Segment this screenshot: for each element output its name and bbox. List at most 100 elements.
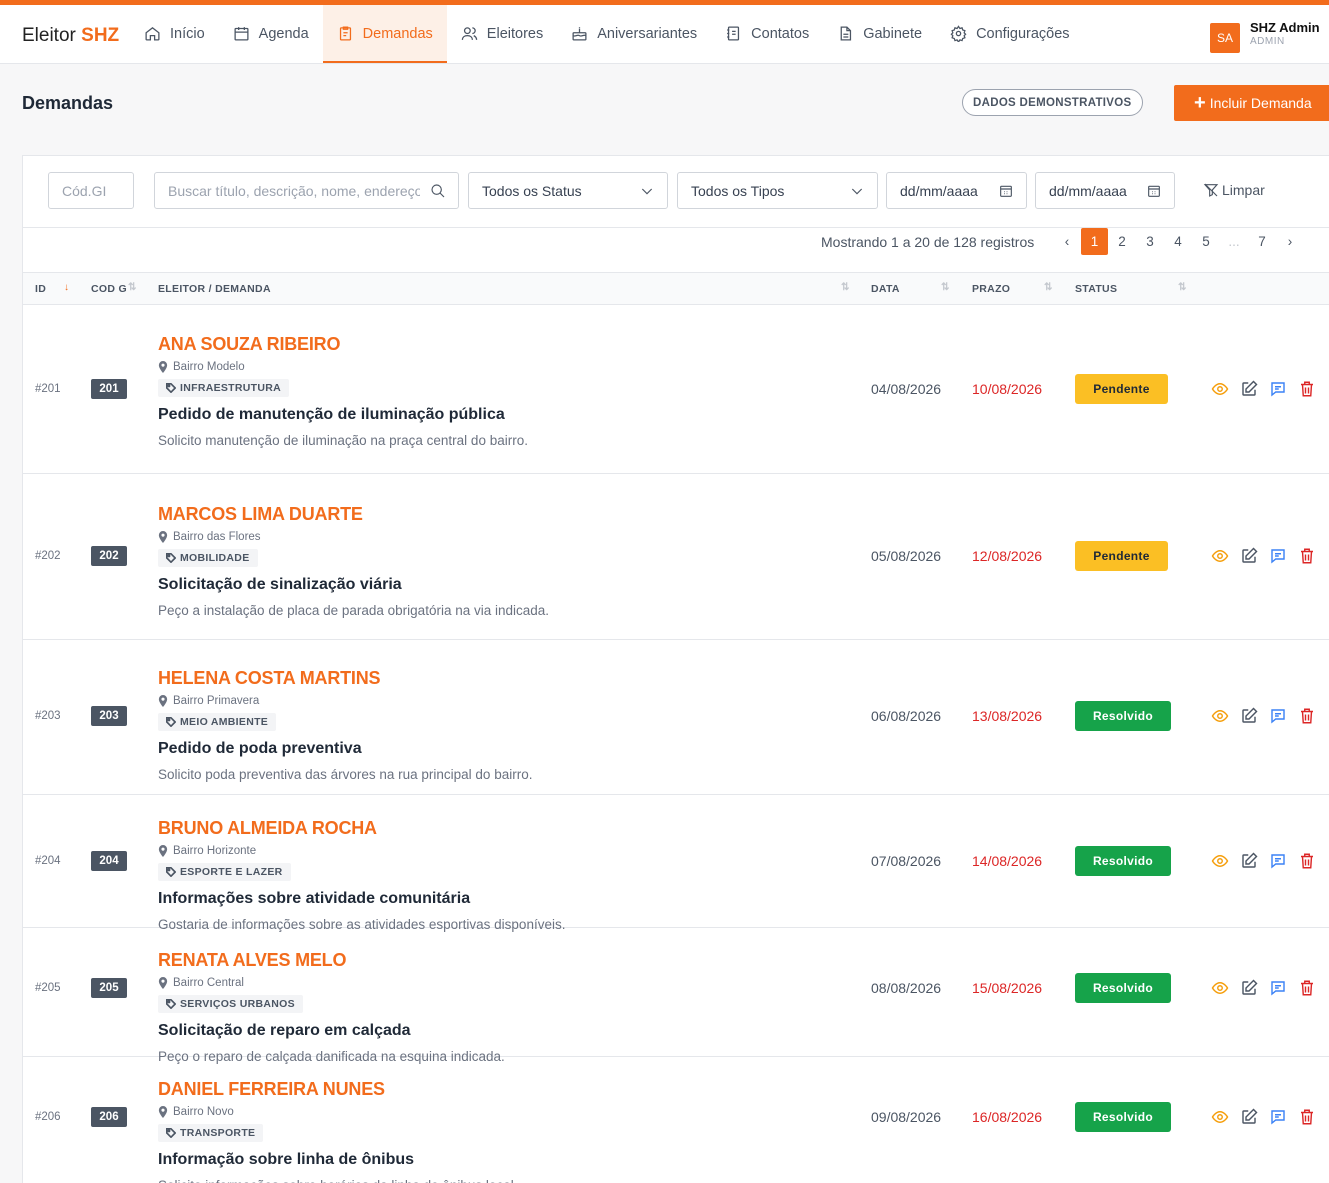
col-date[interactable]: DATA [871, 283, 900, 295]
view-icon[interactable] [1211, 547, 1229, 565]
prev-page-button[interactable]: ‹ [1053, 228, 1081, 255]
sort-icon[interactable]: ⇅ [841, 282, 850, 293]
next-page-button[interactable]: › [1276, 228, 1304, 255]
table-row[interactable]: #205 205 RENATA ALVES MELO Bairro Central SE… [23, 928, 1329, 1064]
view-icon[interactable] [1211, 707, 1229, 725]
nav-item-contatos[interactable]: Contatos [711, 5, 823, 62]
neighborhood: Bairro Modelo [158, 361, 528, 373]
contacts-icon [727, 26, 740, 41]
col-voter[interactable]: ELEITOR / DEMANDA [158, 283, 271, 295]
nav-item-inicio[interactable]: Início [130, 5, 219, 62]
comment-icon[interactable] [1269, 979, 1287, 997]
demo-data-badge: DADOS DEMONSTRATIVOS [962, 89, 1143, 116]
neighborhood-label: Bairro Modelo [173, 361, 245, 373]
nav-item-aniversariantes[interactable]: Aniversariantes [557, 5, 711, 62]
col-codg[interactable]: COD G [91, 283, 127, 295]
voter-name[interactable]: BRUNO ALMEIDA ROCHA [158, 818, 565, 839]
tag-icon [166, 383, 176, 393]
comment-icon[interactable] [1269, 380, 1287, 398]
calendar-icon [1148, 185, 1160, 197]
delete-icon[interactable] [1298, 547, 1316, 565]
sort-icon[interactable]: ⇅ [128, 282, 137, 293]
delete-icon[interactable] [1298, 852, 1316, 870]
tag-icon [166, 553, 176, 563]
nav-label: Agenda [258, 25, 309, 42]
view-icon[interactable] [1211, 979, 1229, 997]
col-deadline[interactable]: PRAZO [972, 283, 1010, 295]
voter-name[interactable]: RENATA ALVES MELO [158, 950, 505, 971]
voter-name[interactable]: DANIEL FERREIRA NUNES [158, 1079, 517, 1100]
status-select[interactable]: Todos os Status [468, 172, 668, 209]
page-ellipsis: ... [1228, 234, 1240, 249]
page-button-7[interactable]: 7 [1248, 228, 1276, 255]
view-icon[interactable] [1211, 1108, 1229, 1126]
user-menu[interactable]: SA SHZ Admin ADMIN [1210, 20, 1320, 53]
sort-icon[interactable]: ⇅ [1178, 282, 1187, 293]
voter-name[interactable]: MARCOS LIMA DUARTE [158, 504, 549, 525]
nav-item-eleitores[interactable]: Eleitores [447, 5, 557, 62]
tag-icon [166, 717, 176, 727]
sort-icon[interactable]: ⇅ [941, 282, 950, 293]
col-id[interactable]: ID [35, 283, 46, 295]
nav-item-gabinete[interactable]: Gabinete [823, 5, 936, 62]
table-row[interactable]: #201 201 ANA SOUZA RIBEIRO Bairro Modelo INF… [23, 306, 1329, 474]
clear-filters-button[interactable]: Limpar [1203, 182, 1265, 198]
comment-icon[interactable] [1269, 547, 1287, 565]
page-button-2[interactable]: 2 [1108, 228, 1136, 255]
page-button-1[interactable]: 1 [1081, 228, 1108, 255]
date-to-input[interactable]: dd/mm/aaaa [1035, 172, 1175, 209]
edit-icon[interactable] [1240, 1108, 1258, 1126]
date-from-input[interactable]: dd/mm/aaaa [886, 172, 1027, 209]
table-row[interactable]: #204 204 BRUNO ALMEIDA ROCHA Bairro Horizon… [23, 795, 1329, 932]
nav-item-configuracoes[interactable]: Configurações [936, 5, 1084, 62]
nav-item-demandas[interactable]: Demandas [322, 5, 447, 63]
brand-logo[interactable]: Eleitor SHZ [22, 25, 119, 47]
location-pin-icon [158, 977, 168, 989]
row-id: #202 [35, 550, 61, 562]
voter-name[interactable]: HELENA COSTA MARTINS [158, 668, 532, 689]
nav-label: Gabinete [863, 25, 923, 42]
user-role: ADMIN [1250, 36, 1285, 47]
row-id: #203 [35, 710, 61, 722]
add-demand-button[interactable]: + Incluir Demanda [1174, 85, 1329, 121]
clear-label: Limpar [1222, 182, 1265, 198]
cod-gi-input[interactable]: Cód.GI [48, 172, 134, 209]
col-status[interactable]: STATUS [1075, 283, 1117, 295]
comment-icon[interactable] [1269, 707, 1287, 725]
page-button-4[interactable]: 4 [1164, 228, 1192, 255]
edit-icon[interactable] [1240, 852, 1258, 870]
nav-item-agenda[interactable]: Agenda [219, 5, 323, 62]
search-input[interactable]: Buscar título, descrição, nome, endereço [154, 172, 459, 209]
users-icon [461, 27, 478, 40]
table-row[interactable]: #206 206 DANIEL FERREIRA NUNES Bairro Novo T… [23, 1057, 1329, 1183]
demand-deadline: 13/08/2026 [972, 708, 1043, 724]
sort-icon[interactable]: ⇅ [1044, 282, 1053, 293]
category-tag: INFRAESTRUTURA [158, 379, 290, 397]
codg-badge: 204 [91, 851, 127, 871]
comment-icon[interactable] [1269, 852, 1287, 870]
delete-icon[interactable] [1298, 979, 1316, 997]
comment-icon[interactable] [1269, 1108, 1287, 1126]
table-row[interactable]: #202 202 MARCOS LIMA DUARTE Bairro das Flor… [23, 474, 1329, 640]
voter-name[interactable]: ANA SOUZA RIBEIRO [158, 334, 528, 355]
neighborhood-label: Bairro Primavera [173, 695, 260, 707]
edit-icon[interactable] [1240, 380, 1258, 398]
records-summary: Mostrando 1 a 20 de 128 registros [821, 234, 1035, 250]
delete-icon[interactable] [1298, 1108, 1316, 1126]
sort-desc-icon[interactable]: ↓ [64, 282, 69, 293]
voter-demand-cell: BRUNO ALMEIDA ROCHA Bairro Horizonte ESPOR… [158, 818, 565, 932]
view-icon[interactable] [1211, 380, 1229, 398]
document-icon [840, 26, 852, 41]
edit-icon[interactable] [1240, 547, 1258, 565]
page-button-5[interactable]: 5 [1192, 228, 1220, 255]
table-row[interactable]: #203 203 HELENA COSTA MARTINS Bairro Primav… [23, 640, 1329, 795]
row-actions [1211, 547, 1316, 565]
location-pin-icon [158, 845, 168, 857]
view-icon[interactable] [1211, 852, 1229, 870]
edit-icon[interactable] [1240, 979, 1258, 997]
type-select[interactable]: Todos os Tipos [677, 172, 878, 209]
page-button-3[interactable]: 3 [1136, 228, 1164, 255]
delete-icon[interactable] [1298, 707, 1316, 725]
delete-icon[interactable] [1298, 380, 1316, 398]
edit-icon[interactable] [1240, 707, 1258, 725]
